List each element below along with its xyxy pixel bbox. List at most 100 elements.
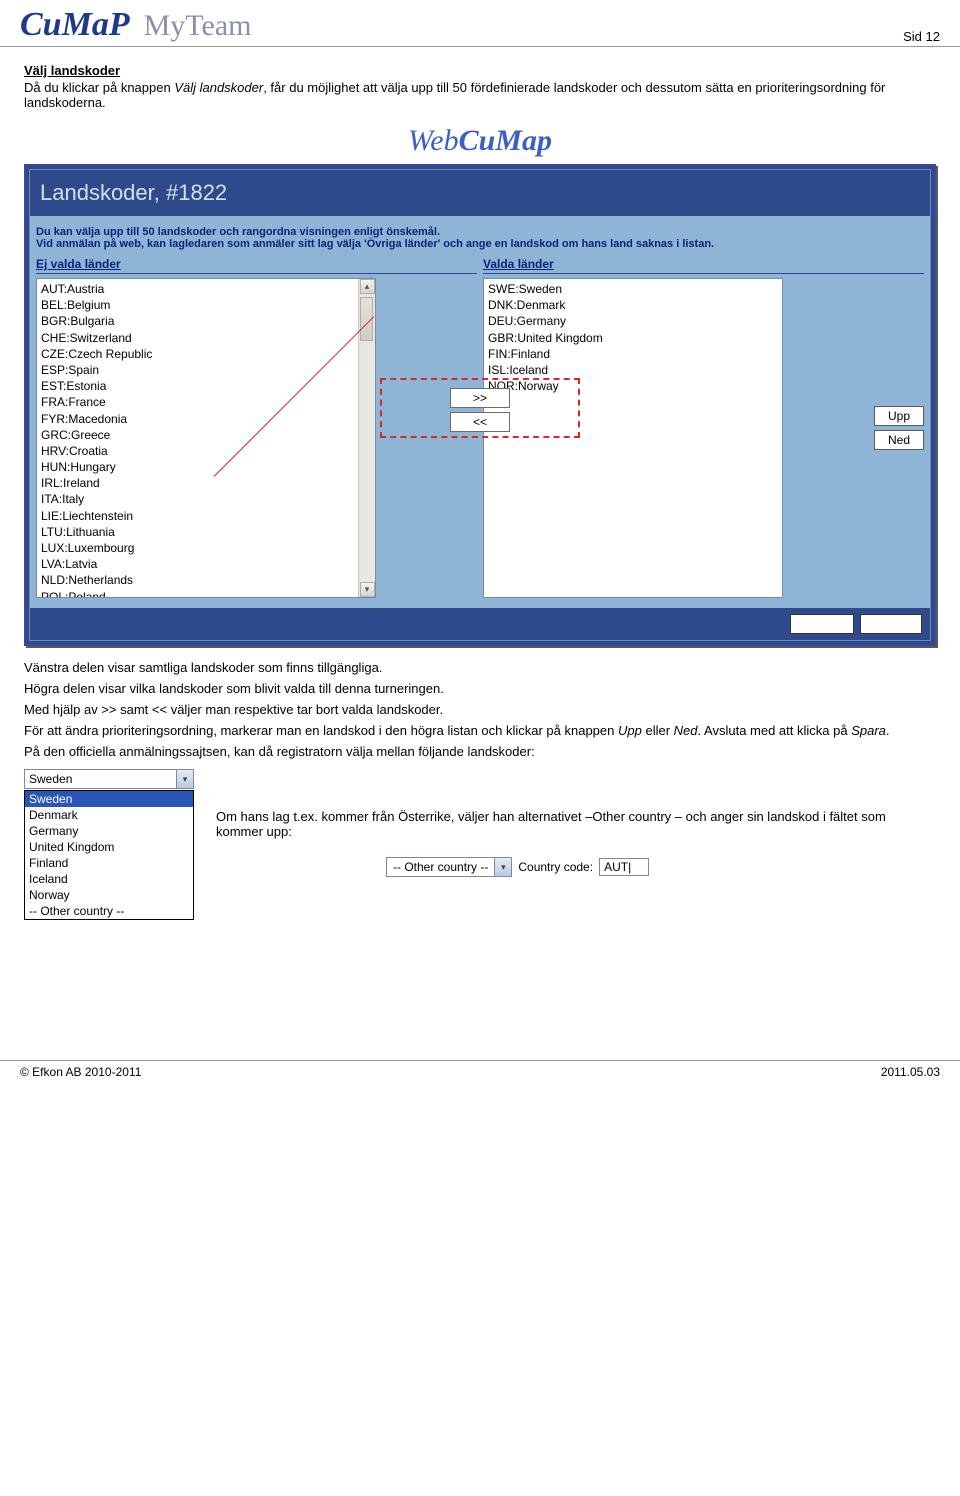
list-item[interactable]: FRA:France [41,394,371,410]
intro-em: Välj landskoder [174,80,263,95]
webcumap-text: WebCuMap [408,124,552,157]
webcumap-logo: WebCuMap [24,124,936,158]
explain-p4-save: Spara [851,723,886,738]
columns: Ej valda länder AUT:AustriaBEL:BelgiumBG… [30,254,930,608]
list-item[interactable]: DEU:Germany [488,313,778,329]
dropdown-option[interactable]: Germany [25,823,193,839]
list-item[interactable]: AUT:Austria [41,281,371,297]
dropdown-option[interactable]: Sweden [25,791,193,807]
left-col-head-link[interactable]: Ej valda länder [36,257,121,271]
right-col-head: Valda länder [483,254,924,274]
page-footer: © Efkon AB 2010-2011 2011.05.03 [0,1060,960,1089]
explain-p4-a: För att ändra prioriteringsordning, mark… [24,723,618,738]
explain-p2: Högra delen visar vilka landskoder som b… [24,681,936,696]
list-item[interactable]: NOR:Norway [488,378,778,394]
explain-p5: På den officiella anmälningssajtsen, kan… [24,744,936,759]
list-item[interactable]: ESP:Spain [41,362,371,378]
add-button[interactable]: >> [450,388,510,408]
list-item[interactable]: GRC:Greece [41,427,371,443]
other-country-dropdown[interactable]: -- Other country -- ▾ [386,857,512,877]
dropdown-option[interactable]: Norway [25,887,193,903]
dropdown-option[interactable]: Iceland [25,871,193,887]
left-column: Ej valda länder AUT:AustriaBEL:BelgiumBG… [36,254,477,598]
dropdown-note: Om hans lag t.ex. kommer från Österrike,… [216,769,936,877]
dropdown-example-row: Sweden ▾ SwedenDenmarkGermanyUnited King… [24,769,936,920]
list-item[interactable]: HUN:Hungary [41,459,371,475]
app-info-2a: Vid anmälan på web, kan lagledaren som a… [36,238,364,250]
scroll-thumb[interactable] [360,297,373,341]
dropdown-open[interactable]: SwedenDenmarkGermanyUnited KingdomFinlan… [24,790,194,920]
list-item[interactable]: LIE:Liechtenstein [41,508,371,524]
intro-text-1: Då du klickar på knappen [24,80,174,95]
list-item[interactable]: CHE:Switzerland [41,330,371,346]
cancel-button[interactable]: Avbryt [790,614,854,634]
app-info-line2: Vid anmälan på web, kan lagledaren som a… [36,238,924,250]
country-code-label: Country code: [518,860,593,874]
list-item[interactable]: SWE:Sweden [488,281,778,297]
list-item[interactable]: NLD:Netherlands [41,572,371,588]
list-item[interactable]: LTU:Lithuania [41,524,371,540]
list-item[interactable]: FYR:Macedonia [41,411,371,427]
down-button[interactable]: Ned [874,430,924,450]
list-item[interactable]: ISL:Iceland [488,362,778,378]
list-item[interactable]: HRV:Croatia [41,443,371,459]
move-buttons: >> << [450,388,510,432]
scroll-down-icon[interactable]: ▾ [360,582,375,597]
list-item[interactable]: GBR:United Kingdom [488,330,778,346]
app-panel-inner: Landskoder, #1822 Du kan välja upp till … [29,169,931,641]
list-item[interactable]: EST:Estonia [41,378,371,394]
list-item[interactable]: LUX:Luxembourg [41,540,371,556]
list-item[interactable]: POL:Poland [41,589,371,598]
list-item[interactable]: BEL:Belgium [41,297,371,313]
logo: CuMaP MyTeam [20,6,251,44]
dropdown-example: Sweden ▾ SwedenDenmarkGermanyUnited King… [24,769,194,920]
right-column: Valda länder SWE:SwedenDNK:DenmarkDEU:Ge… [483,254,924,598]
explain-p4-up: Upp [618,723,642,738]
dropdown-closed[interactable]: Sweden ▾ [24,769,194,789]
dropdown-option[interactable]: Finland [25,855,193,871]
country-code-input[interactable] [599,858,649,876]
footer-right: 2011.05.03 [881,1065,940,1079]
dropdown-option[interactable]: United Kingdom [25,839,193,855]
explanation: Vänstra delen visar samtliga landskoder … [24,660,936,759]
list-item[interactable]: FIN:Finland [488,346,778,362]
logo-cumap: CuMaP [20,6,130,44]
list-item[interactable]: IRL:Ireland [41,475,371,491]
right-col-head-link[interactable]: Valda länder [483,257,554,271]
list-item[interactable]: CZE:Czech Republic [41,346,371,362]
save-button[interactable]: Spara [860,614,922,634]
list-item[interactable]: LVA:Latvia [41,556,371,572]
order-buttons: Upp Ned [874,406,924,450]
remove-button[interactable]: << [450,412,510,432]
explain-p4-ned: Ned [674,723,698,738]
intro-paragraph: Då du klickar på knappen Välj landskoder… [24,80,936,110]
other-country-value: -- Other country -- [387,858,494,876]
selected-listbox[interactable]: SWE:SwedenDNK:DenmarkDEU:GermanyGBR:Unit… [483,278,783,598]
explain-p1: Vänstra delen visar samtliga landskoder … [24,660,936,675]
app-info: Du kan välja upp till 50 landskoder och … [30,216,930,254]
unselected-listbox[interactable]: AUT:AustriaBEL:BelgiumBGR:BulgariaCHE:Sw… [36,278,376,598]
chevron-down-icon[interactable]: ▾ [494,858,511,876]
up-button[interactable]: Upp [874,406,924,426]
content: Välj landskoder Då du klickar på knappen… [0,47,960,970]
app-info-line1: Du kan välja upp till 50 landskoder och … [36,226,924,238]
explain-p4-end: . [886,723,890,738]
chevron-down-icon[interactable]: ▾ [176,770,193,788]
dropdown-closed-value: Sweden [25,770,176,788]
dropdown-option[interactable]: Denmark [25,807,193,823]
list-item[interactable]: ITA:Italy [41,491,371,507]
explain-p3: Med hjälp av >> samt << väljer man respe… [24,702,936,717]
app-title-bar: Landskoder, #1822 [30,170,930,216]
explain-p4: För att ändra prioriteringsordning, mark… [24,723,936,738]
explain-p4-mid: eller [642,723,674,738]
scroll-up-icon[interactable]: ▴ [360,279,375,294]
webcumap-web: Web [408,124,459,157]
app-info-hl: 'Övriga länder' [364,238,440,250]
list-item[interactable]: DNK:Denmark [488,297,778,313]
list-item[interactable]: BGR:Bulgaria [41,313,371,329]
dropdown-option[interactable]: -- Other country -- [25,903,193,919]
webcumap-cm: CuMap [459,124,552,157]
app-screenshot: Landskoder, #1822 Du kan välja upp till … [24,164,936,646]
scrollbar[interactable]: ▴ ▾ [358,279,375,597]
unselected-items: AUT:AustriaBEL:BelgiumBGR:BulgariaCHE:Sw… [37,279,375,598]
